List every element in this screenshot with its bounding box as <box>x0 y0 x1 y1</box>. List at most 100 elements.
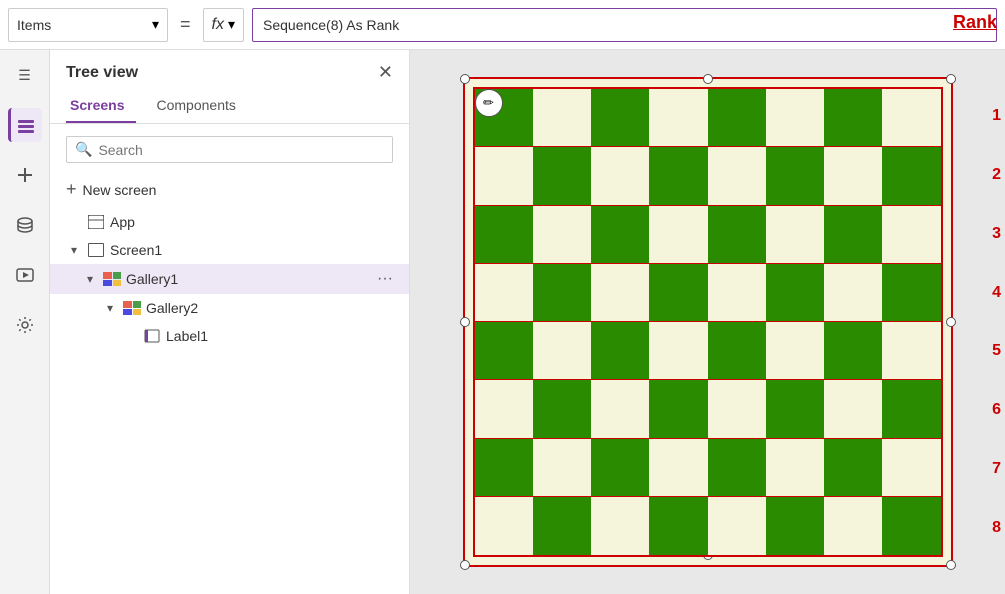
cell-2-5 <box>766 206 824 264</box>
fx-chevron-icon: ▾ <box>228 16 235 33</box>
screen1-expand-icon: ▾ <box>66 243 82 257</box>
cell-7-1 <box>533 497 591 555</box>
layers-icon[interactable] <box>8 108 42 142</box>
app-label: App <box>110 214 393 230</box>
cell-1-4 <box>708 147 766 205</box>
tab-screens[interactable]: Screens <box>66 91 136 123</box>
tree-item-gallery1[interactable]: ▾ Gallery1 ··· <box>50 264 409 294</box>
rank-num-5: 5 <box>992 342 1001 360</box>
cell-0-6 <box>824 89 882 147</box>
cell-7-3 <box>649 497 707 555</box>
handle-tl[interactable] <box>460 74 470 84</box>
checkerboard-wrapper: ✏ <box>463 77 953 567</box>
cell-5-4 <box>708 380 766 438</box>
media-icon[interactable] <box>8 258 42 292</box>
cell-6-6 <box>824 439 882 497</box>
new-screen-button[interactable]: + New screen <box>50 171 409 208</box>
cell-5-7 <box>882 380 940 438</box>
data-icon[interactable] <box>8 208 42 242</box>
cell-3-0 <box>475 264 533 322</box>
formula-bar[interactable]: Sequence(8) As Rank <box>252 8 997 42</box>
cell-2-1 <box>533 206 591 264</box>
add-icon[interactable] <box>8 158 42 192</box>
fx-icon: fx <box>212 16 224 34</box>
gallery1-outer[interactable]: ✏ <box>463 77 953 567</box>
tree-panel: Tree view ✕ Screens Components 🔍 + New s… <box>50 50 410 594</box>
rank-num-7: 7 <box>992 460 1001 478</box>
cell-5-2 <box>591 380 649 438</box>
gallery1-inner <box>473 87 943 557</box>
gallery1-menu-icon[interactable]: ··· <box>377 270 393 288</box>
cell-1-6 <box>824 147 882 205</box>
new-screen-label: New screen <box>83 182 157 198</box>
canvas-area: ✏ 1 2 <box>410 50 1005 594</box>
cell-5-1 <box>533 380 591 438</box>
tree-item-label1[interactable]: Label1 <box>50 322 409 350</box>
cell-4-4 <box>708 322 766 380</box>
label1-icon <box>142 328 162 344</box>
handle-ml[interactable] <box>460 317 470 327</box>
tree-tabs: Screens Components <box>50 91 409 124</box>
cell-0-2 <box>591 89 649 147</box>
tree-body: App ▾ Screen1 ▾ Gallery1 ··· ▾ <box>50 208 409 594</box>
rank-num-8: 8 <box>992 519 1001 537</box>
tree-item-app[interactable]: App <box>50 208 409 236</box>
equals-symbol: = <box>176 14 195 35</box>
tree-item-screen1[interactable]: ▾ Screen1 <box>50 236 409 264</box>
cell-4-1 <box>533 322 591 380</box>
cell-2-3 <box>649 206 707 264</box>
rank-num-2: 2 <box>992 166 1001 184</box>
cell-6-1 <box>533 439 591 497</box>
edit-pencil-button[interactable]: ✏ <box>475 89 503 117</box>
tree-item-gallery2[interactable]: ▾ Gallery2 <box>50 294 409 322</box>
cell-5-5 <box>766 380 824 438</box>
cell-4-0 <box>475 322 533 380</box>
gallery2-label: Gallery2 <box>146 300 393 316</box>
cell-1-2 <box>591 147 649 205</box>
cell-3-4 <box>708 264 766 322</box>
tree-title: Tree view <box>66 64 138 82</box>
label1-label: Label1 <box>166 328 393 344</box>
cell-4-5 <box>766 322 824 380</box>
settings-icon[interactable] <box>8 308 42 342</box>
cell-5-6 <box>824 380 882 438</box>
cell-3-5 <box>766 264 824 322</box>
search-icon: 🔍 <box>75 141 92 158</box>
cell-1-1 <box>533 147 591 205</box>
plus-icon: + <box>66 179 77 200</box>
cell-7-4 <box>708 497 766 555</box>
cell-0-3 <box>649 89 707 147</box>
cell-5-3 <box>649 380 707 438</box>
hamburger-menu-icon[interactable]: ☰ <box>8 58 42 92</box>
gallery1-icon <box>102 271 122 287</box>
handle-tc[interactable] <box>703 74 713 84</box>
cell-6-7 <box>882 439 940 497</box>
handle-br[interactable] <box>946 560 956 570</box>
cell-6-2 <box>591 439 649 497</box>
cell-1-7 <box>882 147 940 205</box>
tree-close-button[interactable]: ✕ <box>378 62 393 83</box>
handle-mr[interactable] <box>946 317 956 327</box>
cell-0-1 <box>533 89 591 147</box>
cell-3-3 <box>649 264 707 322</box>
handle-bl[interactable] <box>460 560 470 570</box>
rank-num-1: 1 <box>992 107 1001 125</box>
cell-6-3 <box>649 439 707 497</box>
cell-6-4 <box>708 439 766 497</box>
cell-2-0 <box>475 206 533 264</box>
rank-num-4: 4 <box>992 284 1001 302</box>
search-input[interactable] <box>98 142 384 158</box>
tab-components[interactable]: Components <box>152 91 247 123</box>
dropdown-chevron-icon: ▾ <box>152 16 159 33</box>
rank-label[interactable]: Rank <box>953 12 997 33</box>
cell-1-0 <box>475 147 533 205</box>
gallery1-label: Gallery1 <box>126 271 373 287</box>
checkerboard-grid <box>475 89 941 555</box>
handle-tr[interactable] <box>946 74 956 84</box>
cell-4-3 <box>649 322 707 380</box>
cell-2-6 <box>824 206 882 264</box>
cell-6-0 <box>475 439 533 497</box>
items-dropdown[interactable]: Items ▾ <box>8 8 168 42</box>
fx-button[interactable]: fx ▾ <box>203 8 244 42</box>
screen-icon <box>86 242 106 258</box>
